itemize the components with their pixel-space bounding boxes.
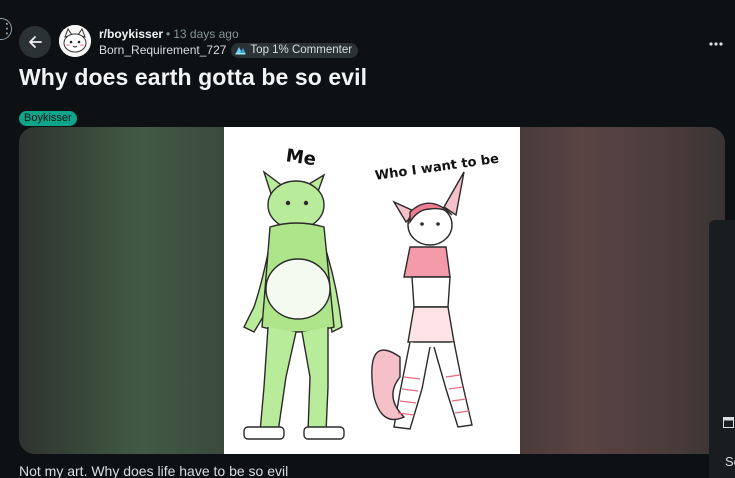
achievement-icon xyxy=(235,47,246,55)
author-link[interactable]: Born_Requirement_727 xyxy=(99,43,226,58)
side-panel-text: So xyxy=(725,454,735,469)
calendar-icon xyxy=(723,417,734,428)
post-caption: Not my art. Why does life have to be so … xyxy=(19,463,289,478)
post-meta: r/boykisser • 13 days ago Born_Requirement… xyxy=(99,27,359,58)
more-horizontal-icon xyxy=(709,42,723,46)
image-label-me: Me xyxy=(285,145,318,170)
post-image-container[interactable]: Me Who I want to be xyxy=(19,127,725,454)
subreddit-avatar[interactable] xyxy=(59,25,91,57)
options-circle-icon[interactable] xyxy=(0,18,14,40)
blurred-backdrop-left xyxy=(19,127,224,454)
blurred-backdrop-right xyxy=(520,127,725,454)
author-badge: Top 1% Commenter xyxy=(231,43,359,58)
meta-separator: • xyxy=(166,27,171,41)
meme-illustration: Me Who I want to be xyxy=(224,127,520,454)
avatar-image xyxy=(59,25,91,57)
post-image: Me Who I want to be xyxy=(224,127,520,454)
back-button[interactable] xyxy=(19,26,51,58)
more-options-button[interactable] xyxy=(709,31,723,49)
post-title: Why does earth gotta be so evil xyxy=(19,64,368,90)
subreddit-link[interactable]: r/boykisser xyxy=(99,27,163,41)
post-flair[interactable]: Boykisser xyxy=(19,111,77,126)
author-badge-label: Top 1% Commenter xyxy=(250,44,353,56)
arrow-left-icon xyxy=(29,36,42,48)
post-time: 13 days ago xyxy=(173,27,239,41)
right-side-panel: So xyxy=(709,220,735,478)
